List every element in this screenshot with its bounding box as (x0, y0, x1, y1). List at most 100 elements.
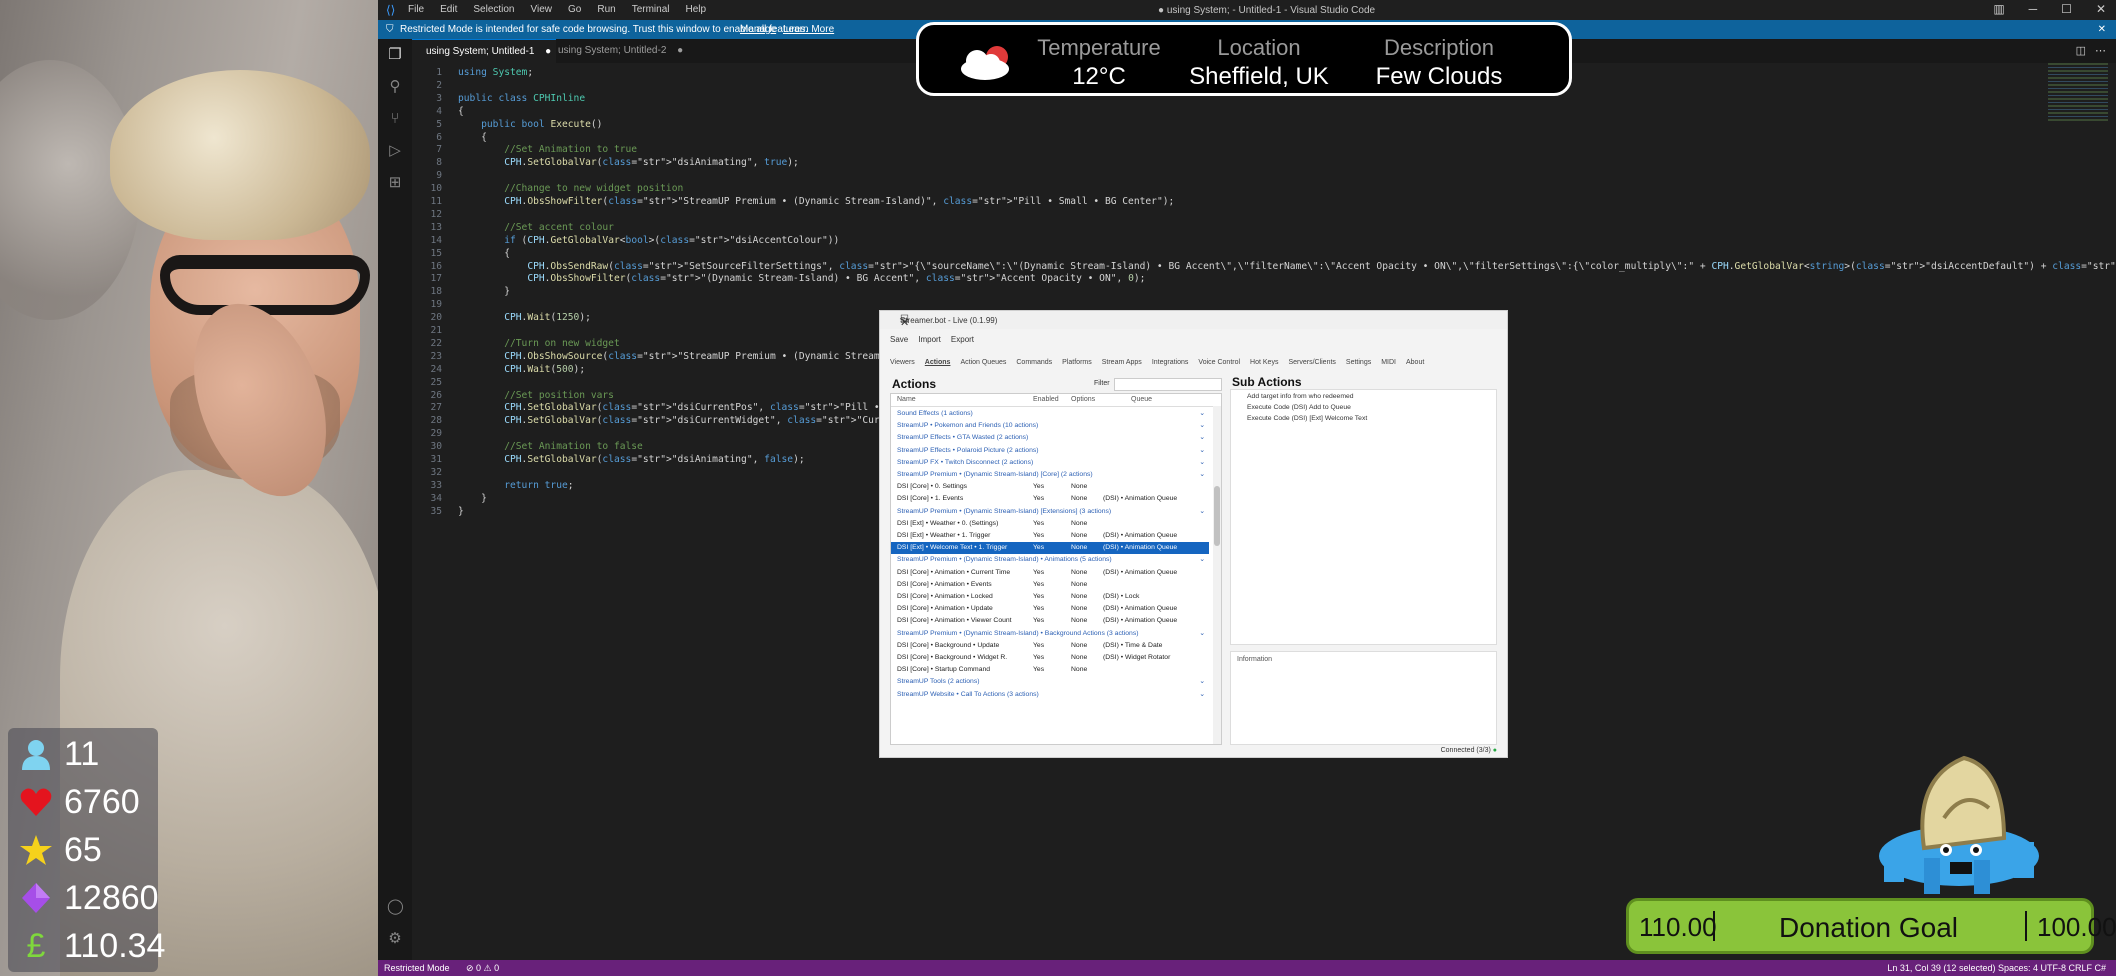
filter-input[interactable] (1114, 378, 1222, 391)
tab-commands[interactable]: Commands (1016, 359, 1052, 366)
col-options[interactable]: Options (1071, 396, 1095, 403)
extensions-icon[interactable]: ⊞ (387, 175, 403, 191)
problems-status[interactable]: ⊘ 0 ⚠ 0 (466, 963, 499, 974)
menu-item-file[interactable]: File (408, 4, 424, 15)
minimize-icon[interactable]: ─ (900, 314, 1435, 325)
action-row[interactable]: DSI [Core] • Animation • Viewer Count Yes… (891, 615, 1209, 627)
sub-actions-list[interactable]: Add target info from who redeemed Execute… (1230, 389, 1497, 645)
action-group-row[interactable]: StreamUP Effects • GTA Wasted (2 actions… (891, 432, 1209, 444)
action-group-row[interactable]: StreamUP FX • Twitch Disconnect (2 actio… (891, 457, 1209, 469)
action-group-row[interactable]: StreamUP Website • Call To Actions (3 ac… (891, 689, 1209, 701)
code-line[interactable]: //Set Animation to false (458, 441, 643, 452)
code-line[interactable]: //Turn on new widget (458, 338, 620, 349)
action-row[interactable]: DSI [Core] • Animation • Events Yes None (891, 579, 1209, 591)
import-button[interactable]: Import (918, 335, 941, 344)
cursor-status[interactable]: Ln 31, Col 39 (12 selected) Spaces: 4 UT… (1887, 963, 2106, 973)
action-row[interactable]: DSI [Ext] • Weather • 1. Trigger Yes None (… (891, 530, 1209, 542)
code-line[interactable]: CPH.SetGlobalVar(class="str">"dsiAnimati… (458, 157, 799, 168)
chevron-down-icon[interactable]: ⌄ (1199, 457, 1205, 469)
action-group-row[interactable]: StreamUP Premium • (Dynamic Stream-Islan… (891, 469, 1209, 481)
action-row[interactable]: DSI [Core] • Animation • Update Yes None (D… (891, 603, 1209, 615)
actions-scrollbar[interactable] (1213, 406, 1221, 744)
source-control-icon[interactable]: ⑂ (387, 111, 403, 127)
maximize-button[interactable]: ☐ (2061, 2, 2072, 16)
unsaved-dot-icon[interactable]: ● (677, 45, 683, 56)
menu-item-terminal[interactable]: Terminal (632, 4, 670, 15)
tab-about[interactable]: About (1406, 359, 1424, 366)
action-group-row[interactable]: StreamUP Premium • (Dynamic Stream-Islan… (891, 628, 1209, 640)
code-line[interactable]: CPH.ObsShowFilter(class="str">"(Dynamic … (458, 273, 1145, 284)
action-row[interactable]: DSI [Ext] • Weather • 0. (Settings) Yes No… (891, 518, 1209, 530)
sub-action-item[interactable]: Add target info from who redeemed (1247, 393, 1354, 400)
chevron-down-icon[interactable]: ⌄ (1199, 432, 1205, 444)
tab-voice-control[interactable]: Voice Control (1198, 359, 1240, 366)
tab-settings[interactable]: Settings (1346, 359, 1371, 366)
col-enabled[interactable]: Enabled (1033, 396, 1059, 403)
minimize-button[interactable]: ─ (2029, 2, 2038, 16)
code-line[interactable]: { (458, 132, 487, 143)
more-actions-icon[interactable]: ⋯ (2095, 44, 2106, 57)
action-group-row[interactable]: Sound Effects (1 actions) ⌄ (891, 408, 1209, 420)
chevron-down-icon[interactable]: ⌄ (1199, 469, 1205, 481)
code-line[interactable]: CPH.SetGlobalVar(class="str">"dsiAnimati… (458, 454, 804, 465)
code-line[interactable]: CPH.SetGlobalVar(class="str">"dsiCurrent… (458, 415, 949, 426)
chevron-down-icon[interactable]: ⌄ (1199, 445, 1205, 457)
account-icon[interactable]: ◯ (387, 899, 404, 915)
tab-platforms[interactable]: Platforms (1062, 359, 1092, 366)
tab-integrations[interactable]: Integrations (1152, 359, 1189, 366)
code-line[interactable]: CPH.ObsSendRaw(class="str">"SetSourceFil… (458, 261, 2116, 272)
menu-item-help[interactable]: Help (686, 4, 707, 15)
actions-list[interactable]: Name Enabled Options Queue Sound Effects… (890, 393, 1222, 745)
menu-item-go[interactable]: Go (568, 4, 581, 15)
code-line[interactable]: using System; (458, 67, 533, 78)
code-line[interactable]: { (458, 248, 510, 259)
code-line[interactable]: if (CPH.GetGlobalVar<bool>(class="str">"… (458, 235, 839, 246)
layout-icon[interactable]: ▥ (1993, 2, 2004, 16)
tab-action-queues[interactable]: Action Queues (960, 359, 1006, 366)
code-line[interactable]: CPH.Wait(1250); (458, 312, 591, 323)
tab-actions[interactable]: Actions (925, 359, 951, 366)
close-button[interactable]: ✕ (2096, 2, 2106, 16)
tab-hot-keys[interactable]: Hot Keys (1250, 359, 1278, 366)
code-line[interactable]: CPH.Wait(500); (458, 364, 585, 375)
tab-midi[interactable]: MIDI (1381, 359, 1396, 366)
code-line[interactable]: { (458, 106, 464, 117)
code-line[interactable]: public class CPHInline (458, 93, 585, 104)
chevron-down-icon[interactable]: ⌄ (1199, 628, 1205, 640)
action-group-row[interactable]: StreamUP Effects • Polaroid Picture (2 a… (891, 445, 1209, 457)
menu-item-edit[interactable]: Edit (440, 4, 457, 15)
minimap[interactable] (2048, 63, 2108, 123)
action-row[interactable]: DSI [Core] • Startup Command Yes None (891, 664, 1209, 676)
code-line[interactable]: //Change to new widget position (458, 183, 683, 194)
scroll-thumb[interactable] (1214, 486, 1220, 546)
action-row[interactable]: DSI [Ext] • Welcome Text • 1. Trigger Yes… (891, 542, 1209, 555)
tab-servers-clients[interactable]: Servers/Clients (1288, 359, 1335, 366)
action-row[interactable]: DSI [Core] • 1. Events Yes None (DSI) • Ani… (891, 493, 1209, 505)
code-line[interactable]: return true; (458, 480, 573, 491)
action-row[interactable]: DSI [Core] • Background • Widget R. Yes No… (891, 652, 1209, 664)
action-group-row[interactable]: StreamUP Tools (2 actions) ⌄ (891, 676, 1209, 688)
code-line[interactable]: CPH.ObsShowFilter(class="str">"StreamUP … (458, 196, 1174, 207)
chevron-down-icon[interactable]: ⌄ (1199, 408, 1205, 420)
action-group-row[interactable]: StreamUP Premium • (Dynamic Stream-Islan… (891, 554, 1209, 566)
code-line[interactable]: CPH.SetGlobalVar(class="str">"dsiCurrent… (458, 402, 931, 413)
tab-untitled-1[interactable]: using System; Untitled-1 ● (412, 39, 556, 64)
code-line[interactable]: //Set accent colour (458, 222, 614, 233)
chevron-down-icon[interactable]: ⌄ (1199, 689, 1205, 701)
gear-icon[interactable]: ⚙ (387, 931, 403, 947)
action-group-row[interactable]: StreamUP Premium • (Dynamic Stream-Islan… (891, 506, 1209, 518)
tab-stream-apps[interactable]: Stream Apps (1102, 359, 1142, 366)
action-row[interactable]: DSI [Core] • Background • Update Yes None (… (891, 640, 1209, 652)
sub-action-item[interactable]: Execute Code (DSI) [Ext] Welcome Text (1247, 415, 1367, 422)
code-line[interactable]: } (458, 493, 487, 504)
save-button[interactable]: Save (890, 335, 908, 344)
search-icon[interactable]: ⚲ (387, 79, 403, 95)
tab-untitled-2[interactable]: using System; Untitled-2 ● (544, 39, 688, 63)
action-row[interactable]: DSI [Core] • Animation • Current Time Yes… (891, 567, 1209, 579)
export-button[interactable]: Export (951, 335, 974, 344)
explorer-icon[interactable]: ❐ (387, 47, 403, 63)
restricted-mode-status[interactable]: Restricted Mode (384, 963, 450, 973)
run-debug-icon[interactable]: ▷ (387, 143, 403, 159)
action-row[interactable]: DSI [Core] • 0. Settings Yes None (891, 481, 1209, 493)
tab-viewers[interactable]: Viewers (890, 359, 915, 366)
